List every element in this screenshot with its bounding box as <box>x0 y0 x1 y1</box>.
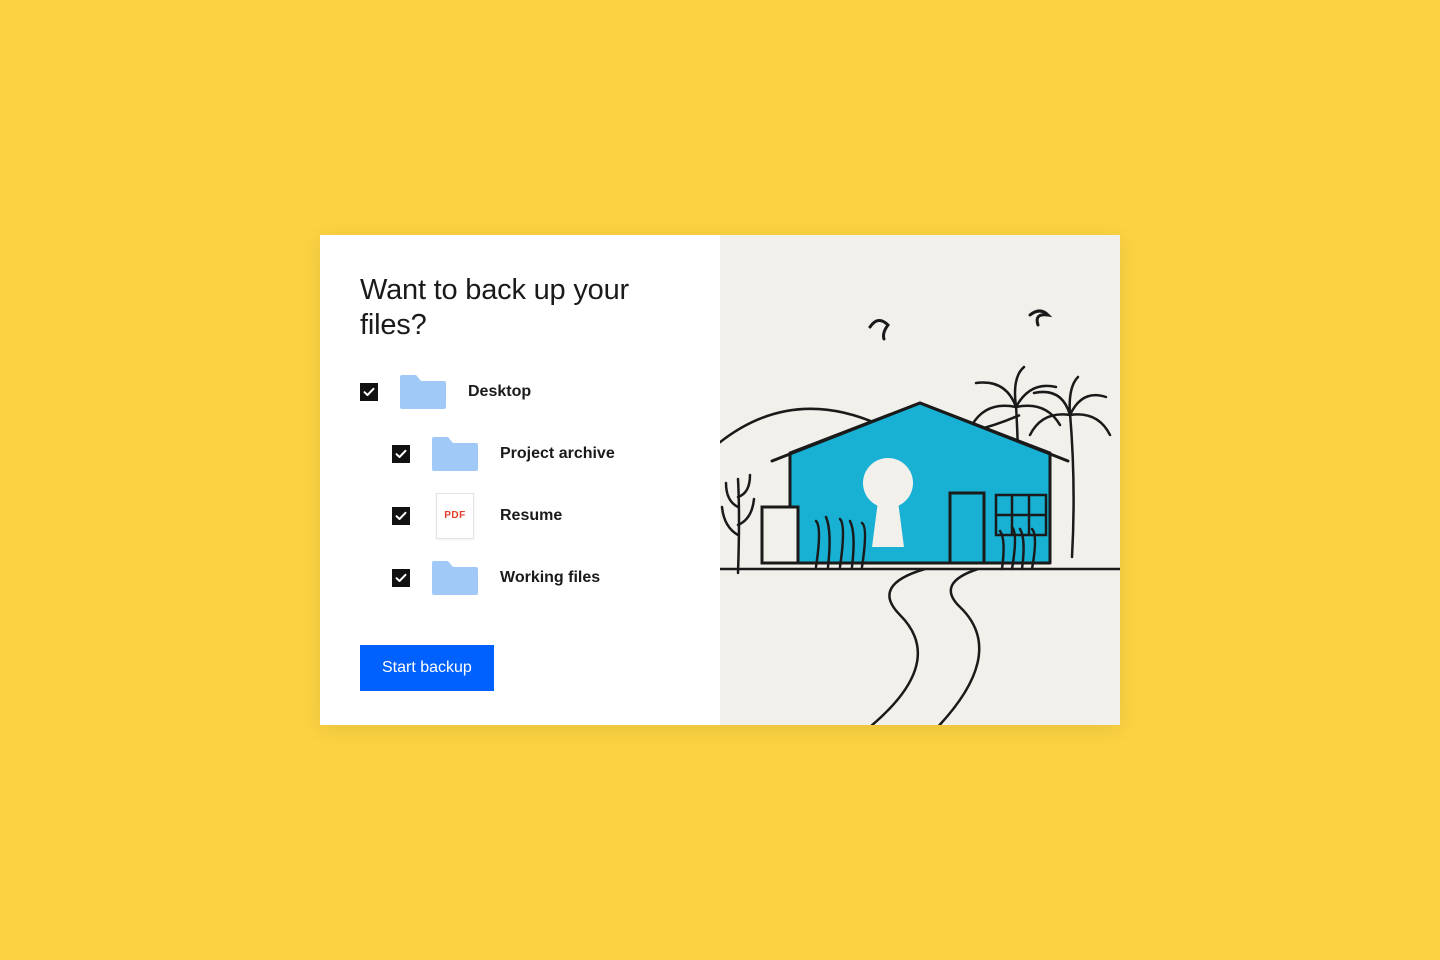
folder-icon <box>430 434 480 474</box>
checkbox-checked-icon[interactable] <box>392 507 410 525</box>
dialog-title: Want to back up your files? <box>360 273 684 344</box>
backup-item-label: Desktop <box>468 383 531 401</box>
backup-illustration-panel <box>720 235 1120 725</box>
backup-item-resume[interactable]: PDF Resume <box>360 496 684 536</box>
backup-item-list: Desktop Project archive PDF Resume <box>360 372 684 625</box>
backup-dialog: Want to back up your files? Desktop Pro <box>320 235 1120 725</box>
house-keyhole-illustration-icon <box>720 235 1120 725</box>
folder-icon <box>430 558 480 598</box>
backup-item-working-files[interactable]: Working files <box>360 558 684 598</box>
backup-item-label: Working files <box>500 569 600 587</box>
backup-item-project-archive[interactable]: Project archive <box>360 434 684 474</box>
backup-panel-left: Want to back up your files? Desktop Pro <box>320 235 720 725</box>
backup-item-label: Project archive <box>500 445 615 463</box>
pdf-file-icon: PDF <box>430 496 480 536</box>
start-backup-button[interactable]: Start backup <box>360 645 494 691</box>
checkbox-checked-icon[interactable] <box>392 569 410 587</box>
checkbox-checked-icon[interactable] <box>360 383 378 401</box>
backup-item-label: Resume <box>500 507 562 525</box>
checkbox-checked-icon[interactable] <box>392 445 410 463</box>
folder-icon <box>398 372 448 412</box>
backup-item-desktop[interactable]: Desktop <box>360 372 684 412</box>
